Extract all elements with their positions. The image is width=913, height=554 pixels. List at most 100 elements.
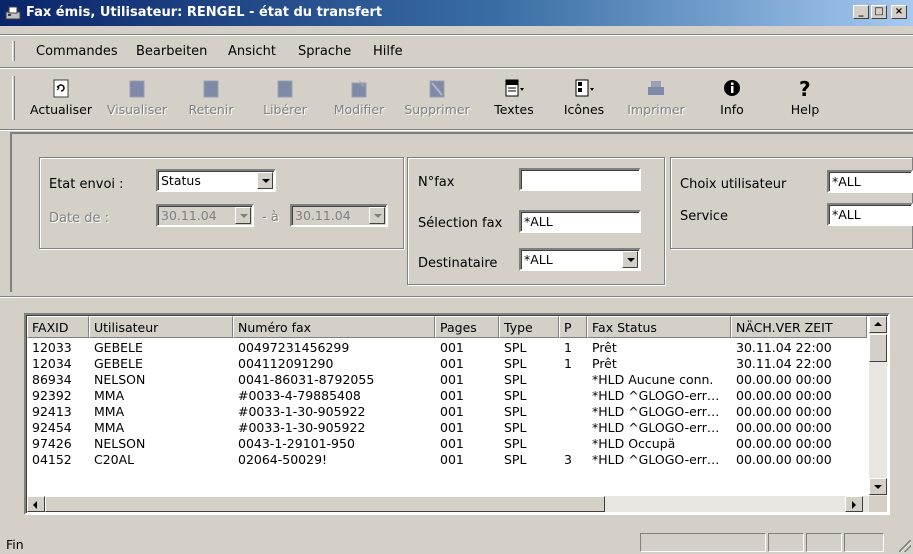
toolbar-separator-bottom [0,129,913,131]
retenir-button[interactable]: Retenir [180,76,242,124]
title-bar[interactable]: Fax émis, Utilisateur: RENGEL - état du … [0,0,913,26]
cell-numero-fax: #0033-1-30-905922 [238,404,366,419]
resize-grip[interactable] [899,540,911,552]
table-row[interactable]: 12033 GEBELE 00497231456299 001 SPL 1 Prêt 30.1… [27,340,867,356]
chevron-down-icon[interactable] [369,207,385,224]
cell-utilisateur: GEBELE [94,340,143,355]
scroll-down-button[interactable] [869,478,887,495]
table-row[interactable]: 04152 C20AL 02064-50029! 001 SPL 3 *HLD ^GLOGO… [27,452,867,468]
vertical-scrollbar[interactable] [869,316,887,496]
help-button[interactable]: ? Help [780,76,830,124]
application-window: Fax émis, Utilisateur: RENGEL - état du … [0,0,913,554]
menu-bearbeiten[interactable]: Bearbeiten [136,44,207,59]
cell-pages: 001 [440,340,464,355]
menu-ansicht[interactable]: Ansicht [228,44,276,59]
scroll-left-button[interactable] [27,496,45,512]
destinataire-value: *ALL [524,252,553,267]
service-input[interactable]: *ALL [827,203,913,226]
fax-machine-icon [5,6,21,20]
cell-pages: 001 [440,436,464,451]
cell-numero-fax: #0033-4-79885408 [238,388,361,403]
cell-type: SPL [504,388,527,403]
scroll-up-button[interactable] [869,316,887,333]
imprimer-button[interactable]: Imprimer [624,76,688,124]
cell-pages: 001 [440,372,464,387]
cell-utilisateur: C20AL [94,452,135,467]
column-header-next-time[interactable]: NÄCH.VER ZEIT [731,316,867,338]
cell-next-time: 00.00.00 00:00 [736,436,832,451]
horizontal-scroll-thumb[interactable] [45,496,605,512]
etat-envoi-select[interactable]: Status [156,169,276,192]
visualiser-button[interactable]: Visualiser [102,76,172,124]
cell-p: 3 [564,452,572,467]
status-pane-1 [640,533,766,552]
choix-utilisateur-input[interactable]: *ALL [827,170,913,193]
nfax-label: N°fax [418,175,455,190]
scroll-right-button[interactable] [845,496,863,512]
date-to-field[interactable]: 30.11.04 [290,204,388,227]
textes-button[interactable]: Textes [484,76,544,124]
chevron-down-icon[interactable] [257,172,273,189]
cell-next-time: 00.00.00 00:00 [736,420,832,435]
filter-panel: Etat envoi : Status Date de : 30.11.04 -… [10,132,913,292]
close-button[interactable]: × [891,5,907,19]
selection-fax-input[interactable]: *ALL [519,210,641,233]
column-header-type[interactable]: Type [499,316,559,338]
menu-commandes[interactable]: Commandes [36,44,118,59]
minimize-button[interactable]: _ [853,5,869,19]
release-icon [277,80,293,98]
cell-utilisateur: GEBELE [94,356,143,371]
column-header-faxid[interactable]: FAXID [27,316,89,338]
fax-list[interactable]: FAXID Utilisateur Numéro fax Pages Type … [24,313,890,515]
status-bar: Fin [0,530,913,554]
icones-label: Icônes [563,102,605,117]
column-header-numero-fax[interactable]: Numéro fax [233,316,435,338]
column-header-p[interactable]: P [559,316,587,338]
table-row[interactable]: 92454 MMA #0033-1-30-905922 001 SPL *HLD ^GLO… [27,420,867,436]
info-button[interactable]: Info [708,76,756,124]
status-pane-4 [844,533,884,552]
etat-envoi-value: Status [161,173,201,188]
cell-faxid: 92413 [32,404,72,419]
menu-grip[interactable] [12,41,15,61]
toolbar-grip[interactable] [12,76,15,120]
liberer-button[interactable]: Libérer [254,76,316,124]
supprimer-button[interactable]: Supprimer [400,76,474,124]
list-separator-top [0,296,913,298]
toolbar-separator-top [0,67,913,69]
help-icon: ? [799,78,811,100]
etat-envoi-label: Etat envoi : [49,177,124,192]
cell-pages: 001 [440,452,464,467]
refresh-icon [53,79,69,98]
cell-p: 1 [564,340,572,355]
cell-numero-fax: 0041-86031-8792055 [238,372,375,387]
destinataire-select[interactable]: *ALL [519,248,641,271]
table-row[interactable]: 97426 NELSON 0043-1-29101-950 001 SPL *HLD Oc… [27,436,867,452]
horizontal-scrollbar[interactable] [27,496,869,512]
vertical-scroll-thumb[interactable] [869,334,887,362]
table-row[interactable]: 92413 MMA #0033-1-30-905922 001 SPL *HLD ^GLO… [27,404,867,420]
actualiser-button[interactable]: Actualiser [26,76,96,124]
cell-fax-status: Prêt [592,356,617,371]
text-doc-icon [505,79,524,97]
maximize-button[interactable]: □ [871,5,887,19]
svg-text:?: ? [799,78,811,100]
menu-hilfe[interactable]: Hilfe [373,44,403,59]
modifier-button[interactable]: Modifier [326,76,392,124]
table-row[interactable]: 86934 NELSON 0041-86031-8792055 001 SPL *HLD … [27,372,867,388]
nfax-input[interactable] [519,168,641,191]
column-header-utilisateur[interactable]: Utilisateur [89,316,233,338]
column-header-pages[interactable]: Pages [435,316,499,338]
toolbar: Actualiser Visualiser Retenir Libérer Mo… [0,72,913,128]
imprimer-label: Imprimer [627,102,685,117]
menu-sprache[interactable]: Sprache [298,44,351,59]
cell-type: SPL [504,452,527,467]
icones-button[interactable]: Icônes [554,76,614,124]
table-row[interactable]: 92392 MMA #0033-4-79885408 001 SPL *HLD ^GLOG… [27,388,867,404]
chevron-down-icon[interactable] [622,251,638,268]
table-row[interactable]: 12034 GEBELE 004112091290 001 SPL 1 Prêt 30.11.… [27,356,867,372]
column-header-fax-status[interactable]: Fax Status [587,316,731,338]
chevron-down-icon[interactable] [235,207,251,224]
icons-doc-icon [575,79,594,97]
date-from-field[interactable]: 30.11.04 [156,204,254,227]
